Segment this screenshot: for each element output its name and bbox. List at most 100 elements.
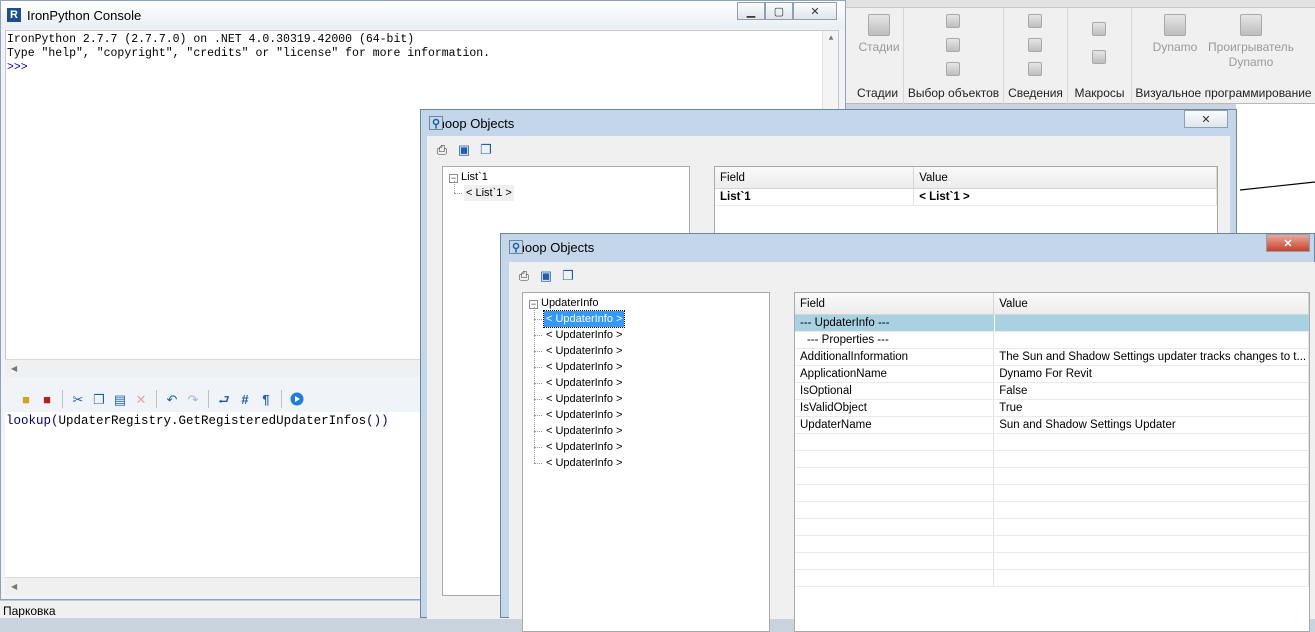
copy-icon[interactable]: ❐	[559, 266, 577, 284]
ribbon-group-visual-programming: Dynamo Проигрыватель Dynamo Визуальное п…	[1132, 8, 1315, 104]
editor-horizontal-scrollbar[interactable]: ◀	[5, 577, 421, 595]
print-preview-icon[interactable]: ▣	[455, 140, 473, 158]
ribbon-group-label: Визуальное программирование	[1135, 86, 1312, 100]
column-header-field[interactable]: Field	[795, 293, 995, 314]
tree-child-node-selected[interactable]: < UpdaterInfo >	[542, 310, 626, 328]
tree-child-node[interactable]: < UpdaterInfo >	[546, 455, 622, 471]
object-tree[interactable]: − UpdaterInfo < UpdaterInfo > < UpdaterIn…	[522, 292, 770, 632]
editor-close-parens: ())	[366, 414, 389, 428]
field-cell: IsValidObject	[795, 400, 995, 416]
tree-child-node[interactable]: < UpdaterInfo >	[546, 423, 622, 439]
open-icon[interactable]: ■	[17, 390, 35, 408]
column-header-field[interactable]: Field	[715, 167, 915, 188]
cut-icon[interactable]: ✂	[69, 390, 87, 408]
ribbon-group-label: Макросы	[1074, 86, 1125, 100]
line-numbers-icon[interactable]: #	[236, 390, 254, 408]
whitespace-icon[interactable]: ¶	[257, 390, 275, 408]
table-row[interactable]: IsValidObject True	[795, 400, 1309, 417]
scroll-up-icon[interactable]: ▲	[823, 31, 839, 47]
warnings-button[interactable]	[1028, 62, 1042, 80]
empty-row	[795, 502, 1309, 519]
tree-child-node[interactable]: < UpdaterInfo >	[546, 359, 622, 375]
select-by-id-button[interactable]	[1028, 38, 1042, 56]
close-button[interactable]: ✕	[793, 2, 837, 20]
dynamo-player-button[interactable]: Проигрыватель Dynamo	[1202, 14, 1300, 70]
select-pinned-button[interactable]	[946, 38, 960, 56]
ids-button[interactable]	[1028, 14, 1042, 32]
select-pinned-icon	[946, 38, 960, 52]
delete-icon[interactable]: ✕	[132, 390, 150, 408]
ironpython-titlebar[interactable]: R IronPython Console ▁ ▢ ✕	[1, 1, 845, 29]
run-icon[interactable]	[288, 390, 306, 408]
word-wrap-icon[interactable]: ⮐	[215, 390, 233, 408]
column-header-value[interactable]: Value	[914, 167, 1217, 188]
dynamo-button[interactable]: Dynamo	[1152, 14, 1198, 55]
snoop-titlebar[interactable]: ⚲ Snoop Objects ✕	[501, 234, 1314, 260]
table-row[interactable]: AdditionalInformation The Sun and Shadow…	[795, 349, 1309, 366]
section-header-row[interactable]: --- Properties ---	[795, 332, 1309, 349]
ribbon-group-label: Выбор объектов	[907, 86, 1000, 100]
copy-icon[interactable]: ❐	[477, 140, 495, 158]
select-by-id-icon	[1028, 38, 1042, 52]
empty-row	[795, 451, 1309, 468]
snoop-titlebar[interactable]: ⚲ Snoop Objects ✕	[421, 110, 1236, 136]
tree-child-node[interactable]: < UpdaterInfo >	[546, 439, 622, 455]
phases-button[interactable]: Стадии	[858, 14, 900, 55]
tree-child-node[interactable]: < UpdaterInfo >	[546, 327, 622, 343]
close-button[interactable]: ✕	[1266, 234, 1310, 252]
tree-child-node[interactable]: < UpdaterInfo >	[546, 343, 622, 359]
ribbon-group-inquiry: Сведения	[1004, 8, 1068, 104]
field-cell: AdditionalInformation	[795, 349, 995, 365]
snoop-objects-window-2[interactable]: ⚲ Snoop Objects ✕ ⎙ ▣ ❐ − UpdaterInfo < U…	[500, 233, 1315, 632]
snoop-client-area: ⎙ ▣ ❐ − UpdaterInfo < UpdaterInfo > < Upd…	[509, 262, 1315, 632]
tree-child-node[interactable]: < UpdaterInfo >	[546, 391, 622, 407]
save-icon[interactable]: ■	[38, 390, 56, 408]
tree-child-node[interactable]: < List`1 >	[464, 185, 514, 201]
output-horizontal-scrollbar[interactable]: ◀	[5, 359, 421, 377]
snoop-toolbar: ⎙ ▣ ❐	[433, 139, 495, 159]
macro-security-button[interactable]	[1092, 50, 1106, 68]
class-header-row[interactable]: --- UpdaterInfo ---	[795, 315, 1309, 332]
dynamo-player-button-label: Проигрыватель Dynamo	[1208, 40, 1294, 69]
print-icon[interactable]: ⎙	[433, 140, 451, 158]
toolbar-separator	[208, 390, 209, 408]
empty-row	[795, 536, 1309, 553]
empty-row	[795, 434, 1309, 451]
section-header-label: --- Properties ---	[795, 332, 995, 348]
close-button[interactable]: ✕	[1184, 110, 1228, 128]
minimize-button[interactable]: ▁	[737, 2, 765, 20]
print-icon[interactable]: ⎙	[515, 266, 533, 284]
maximize-button[interactable]: ▢	[765, 2, 793, 20]
tree-root-node[interactable]: − UpdaterInfo	[529, 295, 598, 311]
phases-button-label: Стадии	[858, 40, 900, 54]
tree-child-node[interactable]: < UpdaterInfo >	[546, 375, 622, 391]
ribbon-group-macros: Макросы	[1068, 8, 1132, 104]
select-links-button[interactable]	[946, 14, 960, 32]
tree-node-label: UpdaterInfo	[541, 297, 599, 309]
properties-grid[interactable]: Field Value --- UpdaterInfo --- --- Prop…	[794, 292, 1310, 632]
table-row[interactable]: List`1 < List`1 >	[715, 189, 1217, 206]
model-line	[1239, 181, 1315, 191]
redo-icon[interactable]: ↷	[184, 390, 202, 408]
select-by-face-button[interactable]	[946, 62, 960, 80]
grid-header: Field Value	[795, 293, 1309, 315]
macro-manager-button[interactable]	[1092, 22, 1106, 40]
paste-icon[interactable]: ▤	[111, 390, 129, 408]
tree-child-node[interactable]: < UpdaterInfo >	[546, 407, 622, 423]
undo-icon[interactable]: ↶	[163, 390, 181, 408]
ribbon-group-phases: Стадии Стадии	[852, 8, 904, 104]
class-header-value	[994, 315, 1309, 331]
table-row[interactable]: UpdaterName Sun and Shadow Settings Upda…	[795, 417, 1309, 434]
revit-ribbon: Стадии Стадии Выбор объектов Сведения Ма…	[846, 0, 1315, 104]
empty-row	[795, 468, 1309, 485]
column-header-value[interactable]: Value	[994, 293, 1309, 314]
print-preview-icon[interactable]: ▣	[537, 266, 555, 284]
table-row[interactable]: ApplicationName Dynamo For Revit	[795, 366, 1309, 383]
project-browser-view-item[interactable]: Парковка	[0, 600, 420, 618]
section-header-value	[994, 332, 1309, 348]
dynamo-icon	[1164, 14, 1186, 36]
empty-row	[795, 553, 1309, 570]
empty-row	[795, 519, 1309, 536]
table-row[interactable]: IsOptional False	[795, 383, 1309, 400]
copy-icon[interactable]: ❐	[90, 390, 108, 408]
